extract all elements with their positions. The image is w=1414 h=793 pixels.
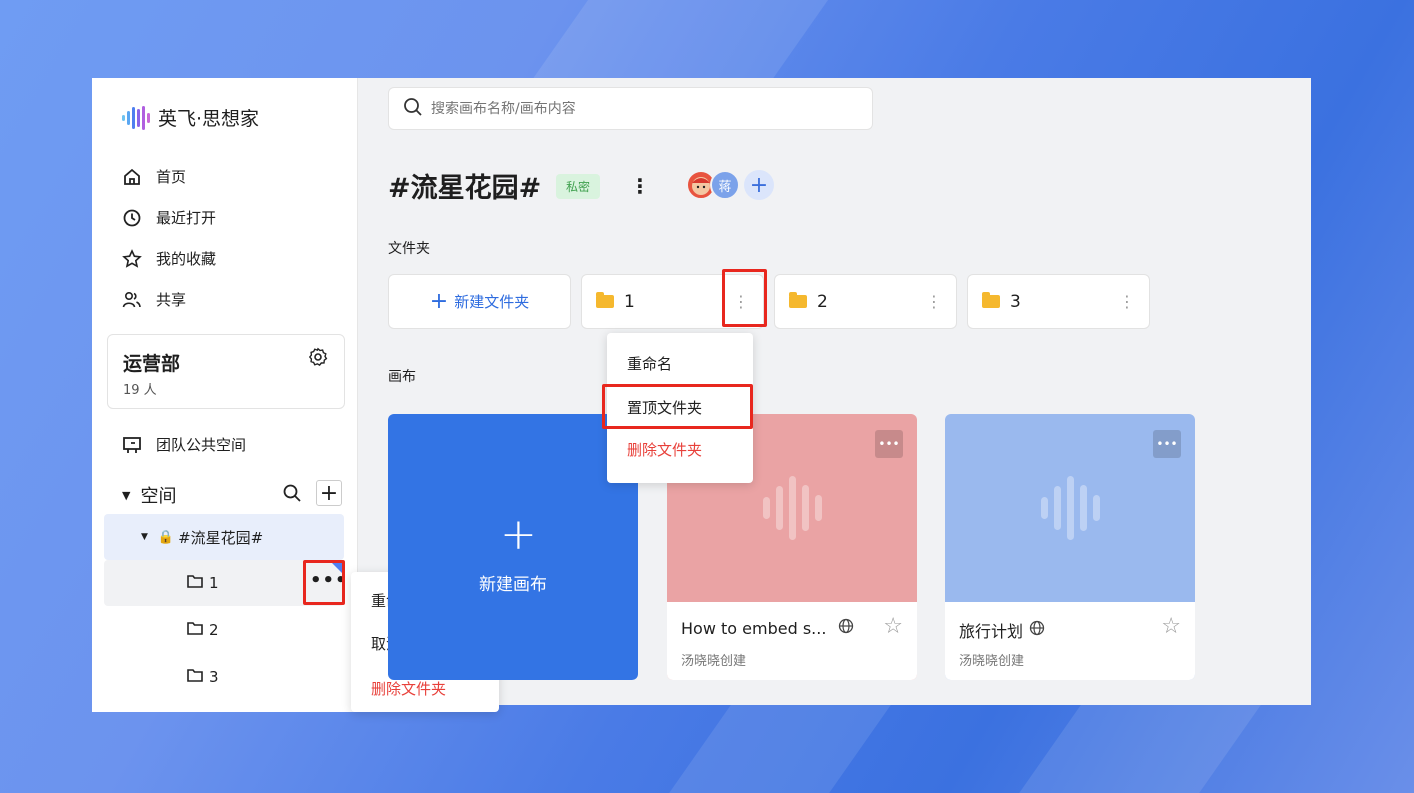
caret-down-icon: ▼ [141, 532, 148, 542]
new-canvas-button[interactable]: + 新建画布 [388, 414, 638, 680]
folder-outline-icon [187, 668, 203, 686]
nav-item-home[interactable]: 首页 [122, 166, 186, 187]
tree-item-root[interactable]: ▼ 🔒 #流星花园# [104, 514, 344, 560]
add-member-button[interactable]: + [744, 170, 774, 200]
nav-label: 最近打开 [156, 209, 217, 227]
team-member-count: 19 人 [123, 383, 157, 398]
page-title: #流星花园# [388, 173, 542, 204]
folder-name: 2 [817, 291, 828, 312]
nav-item-recent[interactable]: 最近打开 [122, 207, 216, 228]
folder-icon [596, 292, 614, 308]
highlight-box [722, 269, 767, 327]
privacy-badge: 私密 [556, 174, 601, 199]
new-folder-button[interactable]: + 新建文件夹 [388, 274, 571, 329]
caret-down-icon: ▼ [122, 488, 131, 502]
search-icon[interactable] [282, 483, 302, 507]
folder-icon [982, 292, 1000, 308]
menu-item-rename[interactable]: 重命名 [627, 353, 672, 374]
canvas-author: 汤晓晓创建 [959, 654, 1025, 669]
folder-card-2[interactable]: 2 ⋮ [774, 274, 957, 329]
canvas-card[interactable]: ••• 旅行计划 汤晓晓创建 ☆ [945, 414, 1195, 680]
star-icon[interactable]: ☆ [883, 614, 903, 639]
lock-space-icon: 🔒 [157, 529, 175, 545]
nav-label: 我的收藏 [156, 250, 217, 268]
logo-watermark-icon [762, 476, 822, 540]
add-space-button[interactable]: + [316, 480, 342, 506]
canvas-author: 汤晓晓创建 [681, 654, 747, 669]
users-icon [122, 290, 142, 310]
folders-section-label: 文件夹 [388, 241, 430, 257]
more-icon[interactable]: ••• [1153, 430, 1181, 458]
canvas-title-text: How to embed s... [681, 618, 827, 638]
plus-icon: + [500, 509, 537, 560]
search-icon [403, 97, 423, 121]
sidebar: 英飞·思想家 首页 最近打开 我的收藏 共享 运营部 19 人 团队公共空间 ▼… [92, 78, 358, 712]
canvas-info: 旅行计划 汤晓晓创建 ☆ [945, 602, 1195, 680]
folder-name: 1 [624, 291, 635, 312]
more-icon[interactable]: ••• [875, 430, 903, 458]
folder-outline-icon [187, 621, 203, 639]
team-card[interactable]: 运营部 19 人 [107, 334, 345, 409]
avatar[interactable]: 蒋 [710, 170, 740, 200]
canvas-section-label: 画布 [388, 369, 416, 385]
new-canvas-label: 新建画布 [479, 575, 547, 595]
nav-item-favorites[interactable]: 我的收藏 [122, 248, 216, 269]
space-label: 空间 [140, 486, 177, 507]
tree-item-folder-3[interactable]: 3 [104, 654, 344, 700]
canvas-title-text: 旅行计划 [959, 622, 1024, 641]
tree-item-folder-2[interactable]: 2 [104, 607, 344, 653]
star-icon [122, 248, 142, 269]
gear-icon[interactable] [308, 347, 328, 371]
home-icon [122, 167, 142, 187]
tree-label: 2 [209, 621, 219, 639]
folder-name: 3 [1010, 291, 1021, 312]
menu-item-delete[interactable]: 删除文件夹 [627, 439, 702, 460]
app-window: 英飞·思想家 首页 最近打开 我的收藏 共享 运营部 19 人 团队公共空间 ▼… [92, 78, 1311, 712]
search-input[interactable] [431, 100, 851, 117]
nav-item-team-space[interactable]: 团队公共空间 [122, 434, 246, 455]
whiteboard-icon [122, 435, 142, 455]
app-name: 英飞·思想家 [158, 108, 260, 130]
kebab-menu-icon[interactable]: ⋮ [630, 174, 650, 198]
folder-icon [789, 292, 807, 308]
canvas-title: 旅行计划 [959, 618, 1045, 642]
logo-icon [122, 105, 150, 130]
tree-label: #流星花园# [178, 528, 264, 547]
corner-marker-icon [332, 563, 342, 573]
globe-icon [1029, 620, 1045, 640]
plus-icon: + [429, 289, 449, 314]
nav-label: 共享 [156, 291, 187, 309]
folder-outline-icon [187, 574, 203, 592]
app-logo[interactable]: 英飞·思想家 [122, 104, 259, 131]
nav-item-shared[interactable]: 共享 [122, 289, 186, 310]
nav-label: 团队公共空间 [156, 436, 247, 454]
canvas-info: How to embed s... 汤晓晓创建 ☆ [667, 602, 917, 680]
new-folder-label: 新建文件夹 [454, 293, 530, 311]
canvas-title: How to embed s... [681, 618, 854, 638]
highlight-box [602, 384, 753, 429]
space-section-header[interactable]: ▼ 空间 [122, 482, 176, 508]
member-avatars[interactable]: 蒋 + [686, 170, 774, 200]
tree-label: 1 [209, 574, 219, 592]
clock-icon [122, 208, 142, 228]
globe-icon [838, 618, 854, 638]
main-content: #流星花园# 私密 ⋮ 蒋 + 文件夹 + 新建文件夹 1 ⋮ 2 ⋮ 3 [358, 78, 1311, 705]
team-name: 运营部 [123, 353, 181, 375]
tree-label: 3 [209, 668, 219, 686]
more-vertical-icon[interactable]: ⋮ [926, 292, 942, 311]
logo-watermark-icon [1040, 476, 1100, 540]
folder-card-3[interactable]: 3 ⋮ [967, 274, 1150, 329]
search-bar[interactable] [388, 87, 873, 130]
nav-label: 首页 [156, 168, 187, 186]
more-vertical-icon[interactable]: ⋮ [1119, 292, 1135, 311]
star-icon[interactable]: ☆ [1161, 614, 1181, 639]
